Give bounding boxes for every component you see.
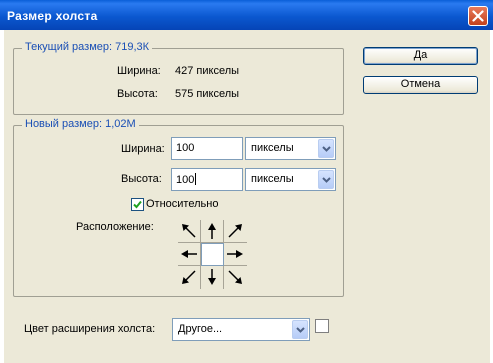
arrow-down-right-icon bbox=[228, 270, 242, 284]
title-bar: Размер холста bbox=[0, 0, 493, 30]
close-icon bbox=[472, 10, 484, 22]
width-unit-value: пикселы bbox=[251, 142, 294, 154]
height-input[interactable]: 100 bbox=[171, 168, 243, 191]
anchor-grid[interactable] bbox=[178, 220, 247, 289]
current-size-title: Текущий размер: 719,3К bbox=[22, 41, 153, 53]
anchor-bottom-right[interactable] bbox=[224, 266, 247, 289]
current-height-label: Высота: bbox=[117, 88, 158, 100]
dialog-body: Текущий размер: 719,3К Ширина: 427 пиксе… bbox=[4, 30, 490, 363]
new-height-label: Высота: bbox=[121, 173, 162, 185]
current-size-group: Текущий размер: 719,3К bbox=[13, 41, 344, 115]
ok-button[interactable]: Да bbox=[363, 47, 478, 65]
arrow-left-icon bbox=[181, 250, 197, 258]
anchor-right[interactable] bbox=[224, 243, 247, 266]
arrow-up-left-icon bbox=[182, 224, 196, 238]
width-input-value: 100 bbox=[176, 142, 195, 154]
text-caret bbox=[195, 173, 197, 185]
height-unit-value: пикселы bbox=[251, 173, 294, 185]
anchor-left[interactable] bbox=[178, 243, 201, 266]
anchor-bottom-left[interactable] bbox=[178, 266, 201, 289]
cancel-button[interactable]: Отмена bbox=[363, 76, 478, 94]
width-input[interactable]: 100 bbox=[171, 137, 243, 160]
width-unit-select[interactable]: пикселы bbox=[245, 137, 336, 160]
height-unit-select[interactable]: пикселы bbox=[245, 168, 336, 191]
extension-color-label: Цвет расширения холста: bbox=[24, 323, 156, 335]
anchor-bottom[interactable] bbox=[201, 266, 224, 289]
chevron-down-icon[interactable] bbox=[318, 170, 334, 189]
chevron-down-icon[interactable] bbox=[292, 320, 308, 339]
extension-color-value: Другое... bbox=[178, 323, 223, 335]
anchor-label: Расположение: bbox=[76, 221, 154, 233]
close-button[interactable] bbox=[468, 6, 488, 26]
arrow-down-icon bbox=[208, 269, 216, 285]
arrow-right-icon bbox=[227, 250, 243, 258]
extension-color-swatch[interactable] bbox=[315, 319, 329, 333]
anchor-center[interactable] bbox=[201, 243, 224, 266]
chevron-down-icon[interactable] bbox=[318, 139, 334, 158]
new-size-title: Новый размер: 1,02М bbox=[22, 118, 139, 130]
anchor-top-right[interactable] bbox=[224, 220, 247, 243]
current-width-label: Ширина: bbox=[117, 65, 161, 77]
height-input-value: 100 bbox=[176, 174, 195, 186]
window-title: Размер холста bbox=[7, 9, 98, 23]
current-width-value: 427 пикселы bbox=[175, 65, 240, 77]
relative-checkbox[interactable] bbox=[131, 198, 144, 211]
arrow-down-left-icon bbox=[182, 270, 196, 284]
extension-color-select[interactable]: Другое... bbox=[172, 318, 310, 341]
new-width-label: Ширина: bbox=[121, 143, 165, 155]
current-height-value: 575 пикселы bbox=[175, 88, 240, 100]
anchor-top[interactable] bbox=[201, 220, 224, 243]
relative-label[interactable]: Относительно bbox=[146, 198, 218, 210]
anchor-top-left[interactable] bbox=[178, 220, 201, 243]
arrow-up-icon bbox=[208, 223, 216, 239]
arrow-up-right-icon bbox=[228, 224, 242, 238]
checkmark-icon bbox=[133, 200, 142, 209]
